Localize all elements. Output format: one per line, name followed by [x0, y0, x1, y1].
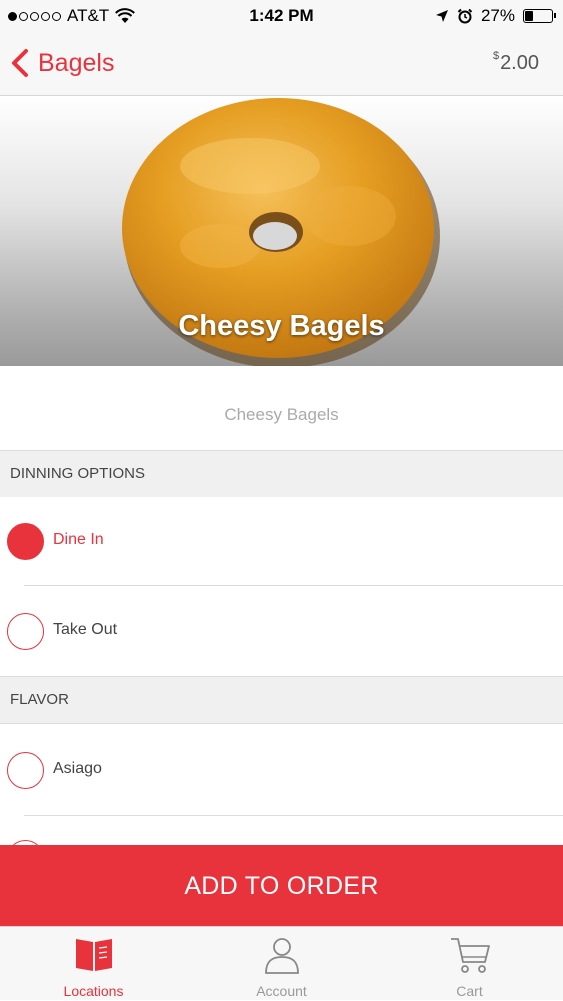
- tab-cart-label: Cart: [456, 983, 483, 999]
- item-hero-image: Cheesy Bagels: [0, 96, 563, 366]
- option-take-out-label: Take Out: [53, 621, 118, 638]
- location-arrow-icon: [435, 10, 448, 22]
- dining-options-header: DINNING OPTIONS: [0, 450, 563, 498]
- wifi-icon: [115, 8, 136, 23]
- row-divider: [24, 585, 563, 586]
- radio-asiago[interactable]: [7, 752, 44, 789]
- option-next-flavor[interactable]: [0, 816, 563, 845]
- radio-dine-in[interactable]: [7, 523, 44, 560]
- option-dine-in[interactable]: Dine In: [0, 497, 563, 585]
- option-asiago-label: Asiago: [53, 760, 102, 777]
- tab-locations-label: Locations: [63, 983, 124, 999]
- battery-icon: [523, 9, 556, 23]
- signal-strength-icon: [8, 11, 61, 21]
- alarm-icon: [457, 8, 473, 24]
- back-button[interactable]: Bagels: [10, 48, 114, 78]
- option-asiago[interactable]: Asiago: [0, 726, 563, 814]
- tab-bar: Locations Account Cart: [0, 926, 563, 1000]
- back-button-label: Bagels: [38, 48, 115, 77]
- option-take-out[interactable]: Take Out: [0, 587, 563, 675]
- price-currency: $: [492, 50, 500, 62]
- status-bar: AT&T 1:42 PM 27%: [0, 0, 563, 32]
- navigation-bar: Bagels $2.00: [0, 32, 563, 96]
- person-icon: [264, 938, 299, 974]
- chevron-left-icon: [12, 49, 28, 77]
- tab-account[interactable]: Account: [188, 927, 375, 1001]
- tab-cart[interactable]: Cart: [376, 927, 563, 1001]
- battery-percent: 27%: [480, 6, 515, 25]
- tab-account-label: Account: [256, 983, 307, 999]
- radio-take-out[interactable]: [7, 613, 44, 650]
- flavor-header: FLAVOR: [0, 676, 563, 724]
- carrier-label: AT&T: [67, 6, 110, 25]
- add-to-order-button[interactable]: ADD TO ORDER: [0, 845, 563, 926]
- item-price: $2.00: [492, 50, 539, 75]
- cart-icon: [450, 938, 490, 973]
- hero-title: Cheesy Bagels: [178, 310, 385, 342]
- tab-locations[interactable]: Locations: [0, 927, 187, 1001]
- book-icon: [75, 939, 112, 971]
- item-description: Cheesy Bagels: [224, 405, 339, 424]
- option-dine-in-label: Dine In: [53, 531, 104, 548]
- price-value: 2.00: [500, 52, 539, 74]
